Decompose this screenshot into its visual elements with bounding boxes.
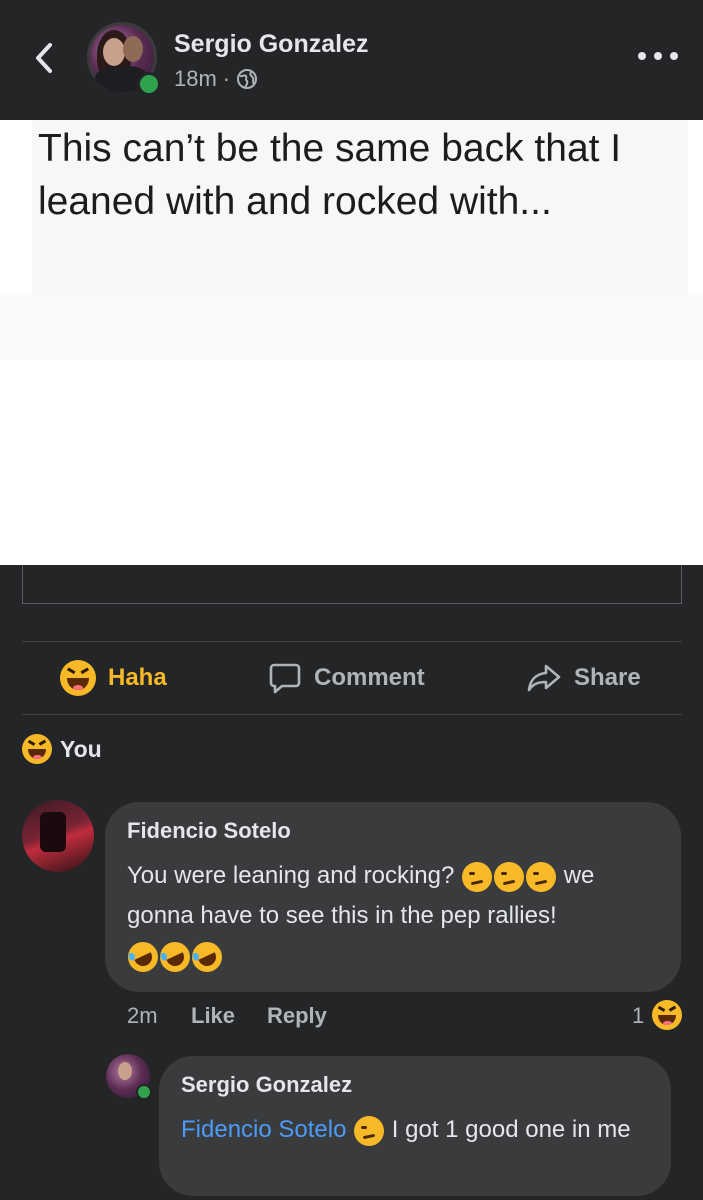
haha-reaction-button[interactable]: Haha bbox=[60, 642, 167, 714]
rofl-icon bbox=[155, 936, 195, 977]
haha-label: Haha bbox=[108, 664, 167, 691]
globe-icon bbox=[237, 69, 258, 89]
rofl-icon bbox=[123, 936, 163, 977]
comment-text-part1: You were leaning and rocking? bbox=[127, 862, 455, 889]
comment-time: 2m bbox=[127, 1003, 158, 1028]
meme-band bbox=[0, 295, 703, 360]
share-arrow-icon bbox=[527, 664, 561, 692]
comment-bubble-icon bbox=[269, 663, 301, 694]
woozy-face-icon bbox=[462, 861, 493, 892]
top-bar: Sergio Gonzalez 18m · bbox=[0, 0, 703, 120]
online-status-dot bbox=[137, 72, 161, 96]
reply-text: Fidencio Sotelo I got 1 good one in me bbox=[181, 1110, 661, 1150]
share-label: Share bbox=[574, 664, 641, 691]
reply-author[interactable]: Sergio Gonzalez bbox=[181, 1072, 352, 1098]
reaction-count[interactable]: 1 bbox=[632, 1003, 644, 1029]
post-image[interactable]: This can’t be the same back that I leane… bbox=[0, 120, 703, 565]
more-dot-icon bbox=[670, 52, 678, 60]
comment-label: Comment bbox=[314, 664, 425, 691]
back-button[interactable] bbox=[26, 40, 62, 76]
rofl-icon bbox=[187, 936, 227, 977]
reply-button[interactable]: Reply bbox=[267, 1003, 327, 1029]
reply-text-body: I got 1 good one in me bbox=[391, 1116, 631, 1143]
haha-icon bbox=[652, 1000, 682, 1030]
haha-icon bbox=[60, 660, 96, 696]
post-meta: 18m · bbox=[174, 66, 258, 92]
mention-link[interactable]: Fidencio Sotelo bbox=[181, 1116, 346, 1143]
comment-button[interactable]: Comment bbox=[268, 642, 425, 714]
post-frame bbox=[22, 565, 682, 604]
reactor-name: You bbox=[60, 735, 102, 762]
commenter-avatar[interactable] bbox=[22, 800, 94, 872]
meme-text: This can’t be the same back that I leane… bbox=[38, 127, 622, 223]
woozy-face-icon bbox=[494, 861, 525, 892]
reaction-summary[interactable]: You bbox=[22, 734, 102, 764]
post-time[interactable]: 18m bbox=[174, 66, 217, 92]
post-actions: Haha Comment Share bbox=[0, 642, 703, 714]
haha-icon bbox=[22, 734, 52, 764]
tears-of-joy-icon bbox=[354, 1115, 385, 1146]
meta-separator: · bbox=[222, 66, 231, 91]
more-dot-icon bbox=[638, 52, 646, 60]
online-status-dot bbox=[136, 1084, 152, 1100]
more-options-button[interactable] bbox=[638, 44, 678, 68]
woozy-face-icon bbox=[526, 861, 557, 892]
comment-text: You were leaning and rocking? we gonna h… bbox=[123, 856, 667, 977]
divider bbox=[22, 714, 682, 715]
poster-name[interactable]: Sergio Gonzalez bbox=[174, 30, 368, 59]
more-dot-icon bbox=[654, 52, 662, 60]
poster-avatar[interactable] bbox=[87, 22, 161, 96]
comment-author[interactable]: Fidencio Sotelo bbox=[127, 818, 291, 844]
like-button[interactable]: Like bbox=[191, 1003, 235, 1029]
share-button[interactable]: Share bbox=[526, 642, 641, 714]
chevron-left-icon bbox=[36, 43, 52, 73]
